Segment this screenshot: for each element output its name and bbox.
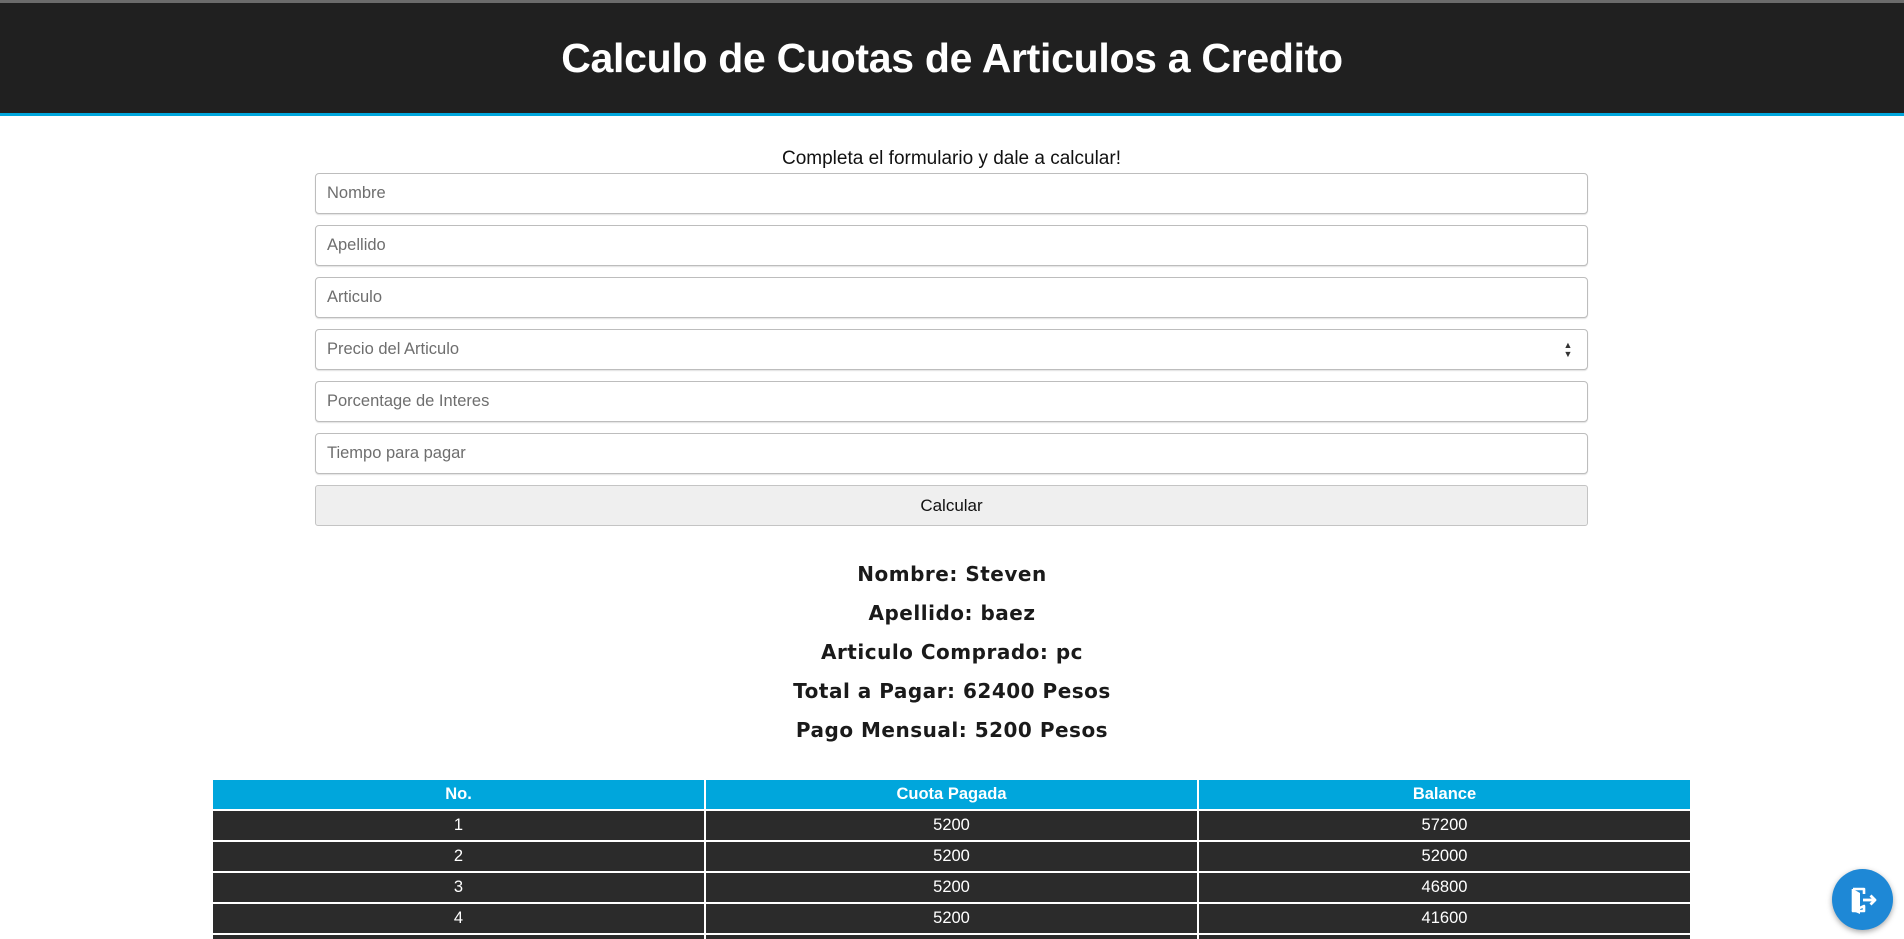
cell-balance: 41600	[1197, 902, 1692, 935]
cell-no: 2	[211, 840, 706, 873]
cell-balance	[1197, 933, 1692, 939]
articulo-input[interactable]	[316, 278, 1587, 317]
nombre-field-box	[315, 173, 1588, 214]
cell-cuota: 5200	[704, 809, 1199, 842]
cell-balance: 46800	[1197, 871, 1692, 904]
cell-balance: 52000	[1197, 840, 1692, 873]
result-total: Total a Pagar: 62400 Pesos	[793, 679, 1111, 703]
cell-no	[211, 933, 706, 939]
spinner-down-icon[interactable]: ▼	[1564, 350, 1573, 359]
cell-cuota: 5200	[704, 902, 1199, 935]
cell-cuota: 5200	[704, 840, 1199, 873]
interes-input[interactable]	[316, 382, 1587, 421]
schedule-table: No. Cuota Pagada Balance 1 5200 57200 2 …	[211, 778, 1692, 939]
table-row: 3 5200 46800	[211, 871, 1692, 904]
result-apellido: Apellido: baez	[868, 601, 1036, 625]
cell-no: 1	[211, 809, 706, 842]
interes-field-box	[315, 381, 1588, 422]
calcular-button[interactable]: Calcular	[315, 485, 1588, 526]
precio-spinner[interactable]: ▲ ▼	[1563, 341, 1573, 359]
credit-form: Completa el formulario y dale a calcular…	[315, 144, 1588, 526]
payment-schedule: No. Cuota Pagada Balance 1 5200 57200 2 …	[211, 778, 1692, 939]
form-prompt: Completa el formulario y dale a calcular…	[782, 148, 1121, 169]
cell-no: 4	[211, 902, 706, 935]
result-mensual: Pago Mensual: 5200 Pesos	[795, 718, 1109, 742]
table-header-row: No. Cuota Pagada Balance	[211, 778, 1692, 811]
result-articulo: Articulo Comprado: pc	[820, 640, 1084, 664]
table-row	[211, 933, 1692, 939]
column-header-cuota: Cuota Pagada	[704, 778, 1199, 811]
cell-no: 3	[211, 871, 706, 904]
logout-button[interactable]	[1832, 869, 1893, 930]
apellido-field-box	[315, 225, 1588, 266]
result-nombre: Nombre: Steven	[857, 562, 1047, 586]
column-header-no: No.	[211, 778, 706, 811]
table-row: 4 5200 41600	[211, 902, 1692, 935]
articulo-field-box	[315, 277, 1588, 318]
cell-balance: 57200	[1197, 809, 1692, 842]
precio-field-box: ▲ ▼	[315, 329, 1588, 370]
nombre-input[interactable]	[316, 174, 1587, 213]
tiempo-input[interactable]	[316, 434, 1587, 473]
page-title: Calculo de Cuotas de Articulos a Credito	[561, 34, 1343, 81]
tiempo-field-box	[315, 433, 1588, 474]
table-row: 2 5200 52000	[211, 840, 1692, 873]
column-header-balance: Balance	[1197, 778, 1692, 811]
page-viewport: Calculo de Cuotas de Articulos a Credito…	[0, 0, 1904, 939]
precio-input[interactable]	[316, 330, 1587, 369]
exit-icon	[1851, 887, 1876, 914]
app-header: Calculo de Cuotas de Articulos a Credito	[0, 3, 1904, 116]
apellido-input[interactable]	[316, 226, 1587, 265]
cell-cuota	[704, 933, 1199, 939]
results-summary: Nombre: Steven Apellido: baez Articulo C…	[0, 558, 1904, 753]
table-row: 1 5200 57200	[211, 809, 1692, 842]
cell-cuota: 5200	[704, 871, 1199, 904]
